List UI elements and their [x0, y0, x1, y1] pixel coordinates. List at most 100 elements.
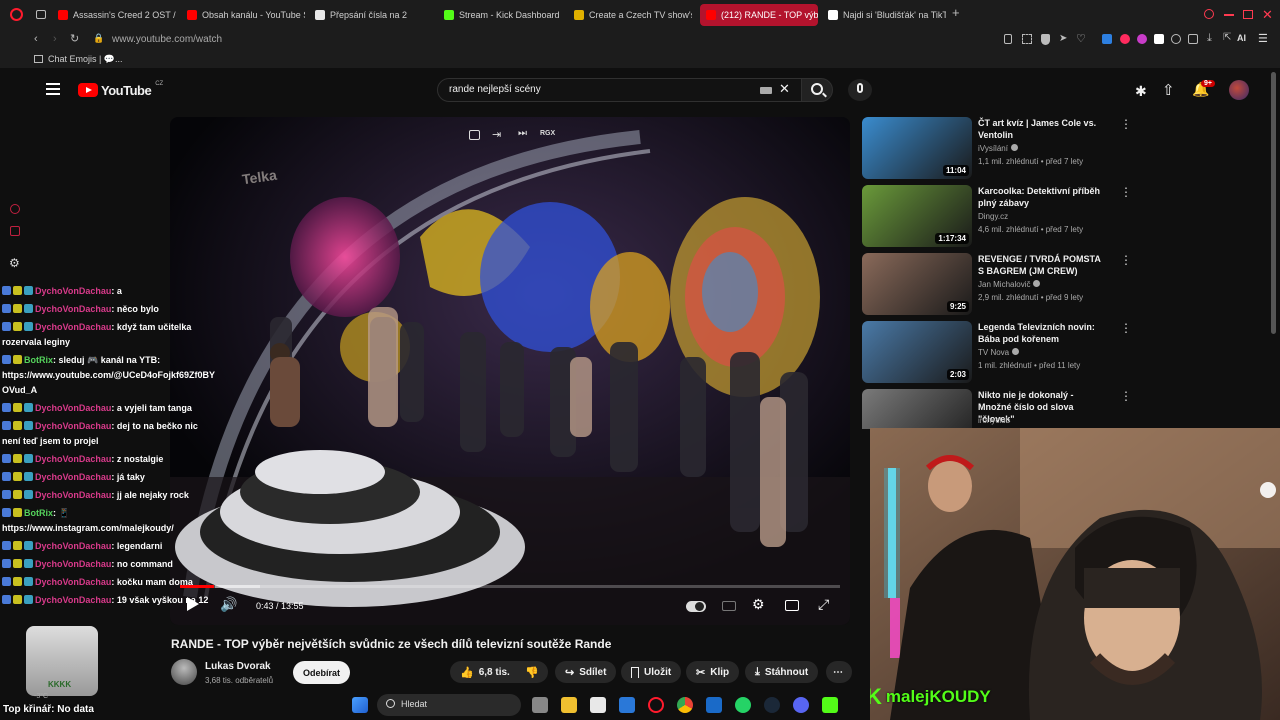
- screenshot-icon[interactable]: [1022, 34, 1032, 44]
- more-options-icon[interactable]: ⋮: [1120, 253, 1132, 267]
- related-video-channel[interactable]: Dingy.cz: [978, 212, 1008, 221]
- chat-username[interactable]: BotRix: [24, 355, 53, 365]
- windows-start-icon[interactable]: [352, 697, 368, 713]
- clip-button[interactable]: ✂ Klip: [686, 661, 740, 683]
- create-icon[interactable]: ✱: [1135, 83, 1147, 100]
- download-icon[interactable]: ⤓: [1207, 32, 1212, 45]
- clear-search-icon[interactable]: ✕: [779, 81, 790, 97]
- related-video-title[interactable]: Karcoolka: Detektivní příběh plný zábavy: [978, 185, 1108, 209]
- steam-icon[interactable]: [764, 697, 780, 713]
- browser-logo-icon[interactable]: [10, 8, 23, 21]
- subscribe-button[interactable]: Odebírat: [293, 661, 351, 684]
- url-field[interactable]: www.youtube.com/watch: [112, 34, 222, 45]
- autoplay-toggle[interactable]: [686, 601, 706, 612]
- video-thumbnail[interactable]: 2:03: [862, 321, 972, 383]
- chat-username[interactable]: DychoVonDachau: [35, 286, 111, 296]
- bookmark-chat-emojis[interactable]: Chat Emojis | 💬...: [48, 54, 123, 65]
- youtube-menu-icon[interactable]: [46, 83, 60, 95]
- chat-username[interactable]: DychoVonDachau: [35, 403, 111, 413]
- more-options-icon[interactable]: ⋮: [1120, 321, 1132, 335]
- channel-avatar[interactable]: [171, 659, 197, 685]
- related-video[interactable]: 9:25 REVENGE / TVRDÁ POMSTA S BAGREM (JM …: [862, 253, 1142, 315]
- related-video[interactable]: 1:17:34 Karcoolka: Detektivní příběh plný…: [862, 185, 1142, 247]
- sidebar-bag-icon[interactable]: [10, 226, 20, 236]
- share-button[interactable]: ↪ Sdílet: [555, 661, 617, 683]
- upload-icon[interactable]: ⇧: [1162, 81, 1175, 99]
- chat-username[interactable]: DychoVonDachau: [35, 559, 111, 569]
- related-video[interactable]: 2:03 Legenda Televizních novin: Bába pod …: [862, 321, 1142, 383]
- browser-tab[interactable]: (212) RANDE - TOP výběr: [700, 4, 818, 26]
- chat-username[interactable]: DychoVonDachau: [35, 472, 111, 482]
- related-video-channel[interactable]: ironyclub: [978, 416, 1010, 425]
- workspaces-icon[interactable]: [36, 10, 46, 19]
- volume-icon[interactable]: 🔊: [220, 596, 237, 613]
- chat-username[interactable]: DychoVonDachau: [35, 490, 111, 500]
- chat-username[interactable]: DychoVonDachau: [35, 541, 111, 551]
- more-options-icon[interactable]: ⋮: [1120, 389, 1132, 403]
- page-scrollbar[interactable]: [1271, 72, 1276, 334]
- forward-icon[interactable]: ›: [53, 33, 57, 45]
- chat-username[interactable]: DychoVonDachau: [35, 577, 111, 587]
- video-thumbnail[interactable]: [862, 389, 972, 429]
- video-thumbnail[interactable]: 1:17:34: [862, 185, 972, 247]
- overlay-label[interactable]: RGX: [540, 130, 555, 137]
- chat-username[interactable]: BotRix: [24, 508, 53, 518]
- more-actions-button[interactable]: ⋯: [826, 661, 852, 683]
- chat-username[interactable]: DychoVonDachau: [35, 421, 111, 431]
- pip-icon[interactable]: [469, 130, 480, 140]
- task-view-icon[interactable]: [532, 697, 548, 713]
- video-thumbnail[interactable]: 9:25: [862, 253, 972, 315]
- related-video[interactable]: Nikto nie je dokonalý - Množné číslo od …: [862, 389, 1142, 429]
- dislike-button[interactable]: 👎: [516, 661, 548, 683]
- like-button[interactable]: 👍 6,8 tis.: [450, 661, 518, 683]
- more-options-icon[interactable]: ⋮: [1120, 117, 1132, 131]
- chat-username[interactable]: DychoVonDachau: [35, 454, 111, 464]
- mail-icon[interactable]: [706, 697, 722, 713]
- file-explorer-icon[interactable]: [561, 697, 577, 713]
- browser-tab[interactable]: Stream - Kick Dashboard: [444, 4, 562, 26]
- heart-icon[interactable]: ♡: [1076, 32, 1086, 45]
- sidebar-history-icon[interactable]: [10, 204, 20, 214]
- search-input[interactable]: rande nejlepší scény: [449, 84, 541, 95]
- related-video-title[interactable]: REVENGE / TVRDÁ POMSTA S BAGREM (JM CREW…: [978, 253, 1108, 277]
- chat-username[interactable]: DychoVonDachau: [35, 322, 111, 332]
- youtube-logo[interactable]: YouTube CZ: [78, 81, 163, 99]
- related-video[interactable]: 11:04 ČT art kvíz | James Cole vs. Ventol…: [862, 117, 1142, 179]
- reload-icon[interactable]: ↻: [70, 32, 79, 45]
- minimize-button[interactable]: [1224, 14, 1234, 16]
- extension-icon-3[interactable]: [1137, 34, 1147, 44]
- outlook-icon[interactable]: [619, 697, 635, 713]
- whatsapp-icon[interactable]: [735, 697, 751, 713]
- more-options-icon[interactable]: ⋮: [1120, 185, 1132, 199]
- ai-icon[interactable]: AI: [1237, 33, 1246, 43]
- browser-tab[interactable]: Najdi si 'Bludišťák' na TikT...: [828, 4, 946, 26]
- save-button[interactable]: Uložit: [621, 661, 682, 683]
- voice-search-button[interactable]: [848, 79, 872, 101]
- menu-icon[interactable]: ☰: [1258, 32, 1268, 45]
- back-icon[interactable]: ‹: [34, 33, 38, 45]
- store-icon[interactable]: [590, 697, 606, 713]
- avatar[interactable]: [1229, 80, 1249, 100]
- related-video-channel[interactable]: iVysílání: [978, 144, 1018, 153]
- related-video-title[interactable]: ČT art kvíz | James Cole vs. Ventolin: [978, 117, 1108, 141]
- extension-icon-4[interactable]: [1154, 34, 1164, 44]
- opera-gx-icon[interactable]: [648, 697, 664, 713]
- browser-tab[interactable]: Assassin's Creed 2 OST / ...: [58, 4, 176, 26]
- channel-name[interactable]: Lukas Dvorak: [205, 661, 271, 672]
- video-player[interactable]: Telka ⇥ ⏭ RGX 🔊 0:43 / 13:55 ⚙ ⤢: [170, 117, 850, 625]
- related-video-channel[interactable]: TV Nova: [978, 348, 1020, 357]
- extension-icon-1[interactable]: [1102, 34, 1112, 44]
- new-tab-button[interactable]: +: [952, 6, 964, 19]
- miniplayer-icon[interactable]: [785, 600, 799, 611]
- sidebar-settings-icon[interactable]: ⚙: [9, 256, 20, 270]
- extension-icon-5[interactable]: [1171, 34, 1181, 44]
- extension-icon-2[interactable]: [1120, 34, 1130, 44]
- chrome-icon[interactable]: [677, 697, 693, 713]
- send-to-icon[interactable]: ⇱: [1223, 32, 1231, 43]
- related-video-channel[interactable]: Jan Michalovič: [978, 280, 1041, 289]
- search-button[interactable]: [801, 78, 833, 102]
- browser-tab[interactable]: Create a Czech TV show's...: [574, 4, 692, 26]
- video-thumbnail[interactable]: 11:04: [862, 117, 972, 179]
- related-video-title[interactable]: Legenda Televizních novin: Bába pod koře…: [978, 321, 1108, 345]
- chat-username[interactable]: DychoVonDachau: [35, 304, 111, 314]
